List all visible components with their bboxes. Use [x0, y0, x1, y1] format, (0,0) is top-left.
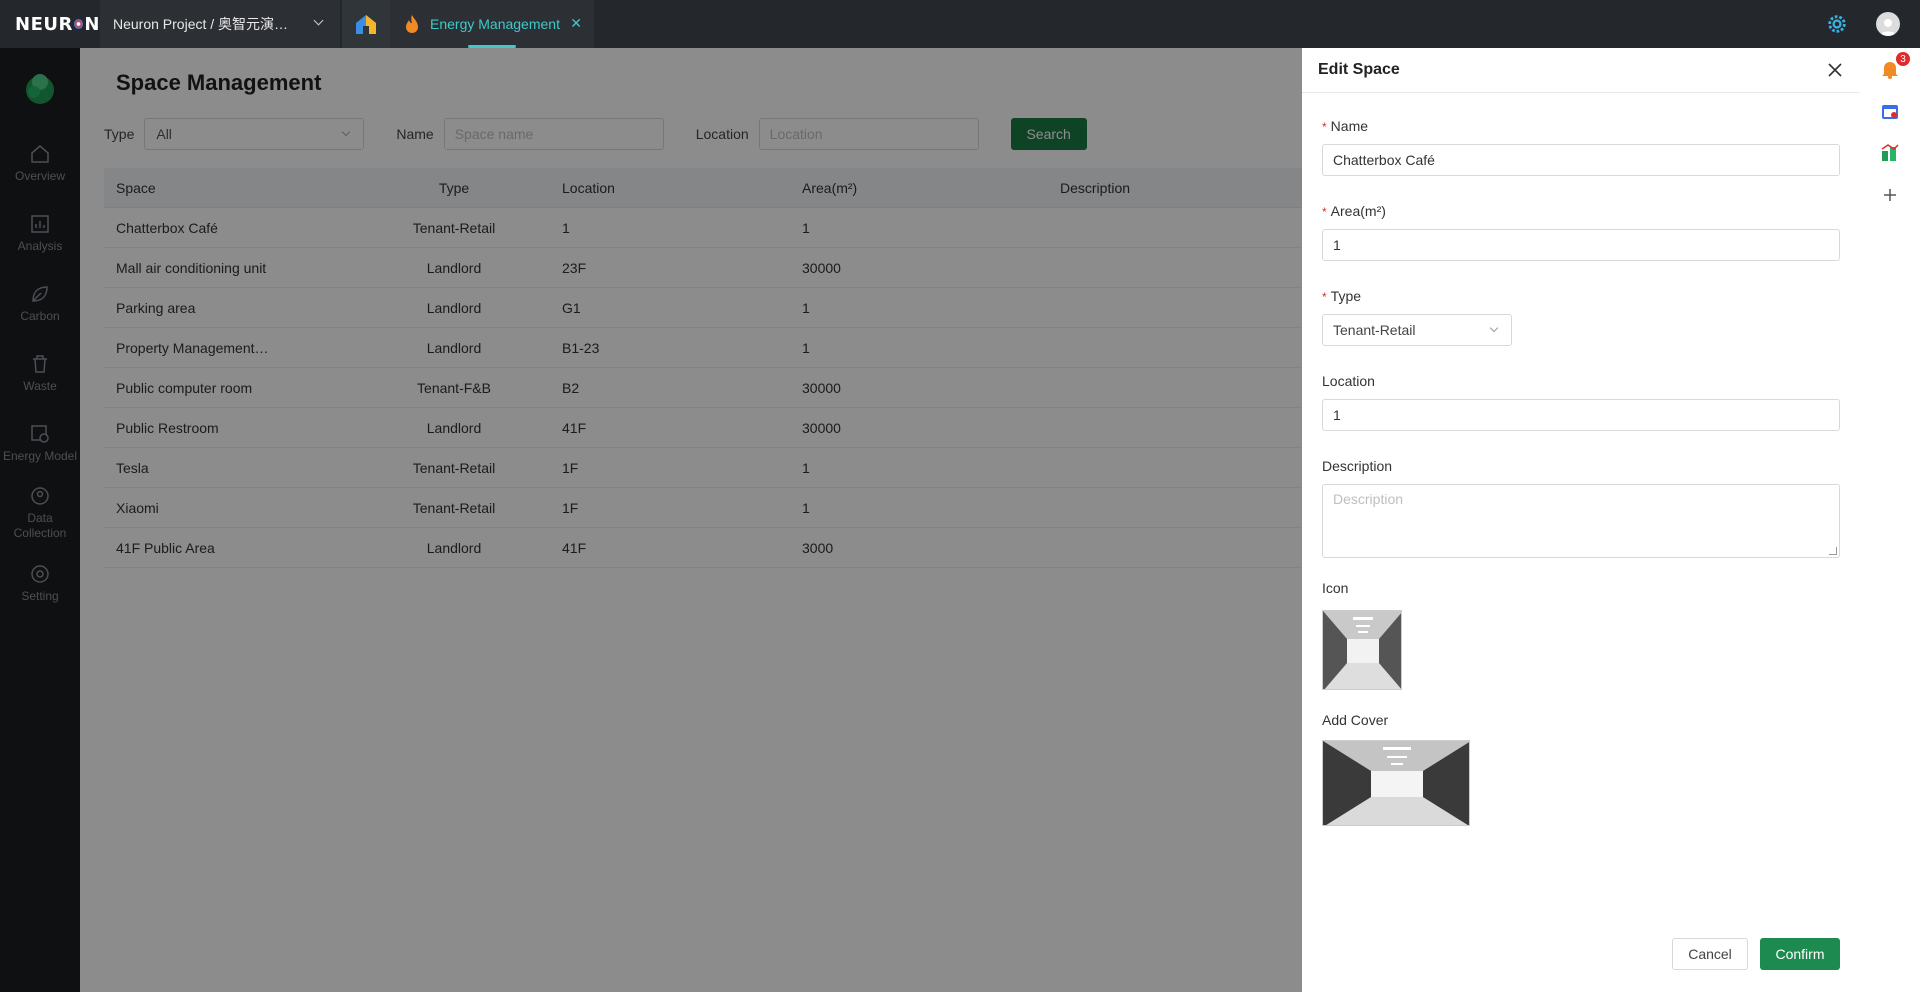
confirm-button[interactable]: Confirm	[1760, 938, 1840, 970]
type-label-text: Type	[1330, 288, 1362, 304]
cover-upload-image[interactable]	[1322, 740, 1470, 826]
description-field-label: Description	[1322, 458, 1393, 474]
required-mark: *	[1322, 205, 1327, 219]
description-form-item: Description Description	[1322, 456, 1840, 558]
cover-form-item: Add Cover	[1322, 710, 1840, 826]
tab-label: Energy Management	[430, 16, 560, 32]
type-field-label: * Type	[1322, 286, 1840, 306]
flame-icon	[406, 15, 418, 33]
notification-button[interactable]: 3	[1860, 48, 1920, 90]
area-form-item: * Area(m²) 1	[1322, 201, 1840, 261]
resize-handle-icon[interactable]	[1829, 547, 1837, 555]
required-mark: *	[1322, 120, 1327, 134]
description-field[interactable]: Description	[1322, 484, 1840, 558]
location-field[interactable]: 1	[1322, 399, 1840, 431]
avatar[interactable]	[1876, 12, 1900, 36]
server-room-cover-image	[1323, 741, 1469, 825]
notification-badge: 3	[1896, 52, 1910, 66]
icon-upload-image[interactable]	[1322, 610, 1402, 690]
home-icon	[356, 15, 376, 34]
icon-field-label: Icon	[1322, 580, 1349, 596]
location-form-item: Location 1	[1322, 371, 1840, 431]
chevron-down-icon	[1489, 323, 1499, 333]
name-label-text: Name	[1330, 118, 1369, 134]
money-chart-icon	[1881, 144, 1899, 161]
location-field-label: Location	[1322, 373, 1375, 389]
drawer-footer: Cancel Confirm	[1672, 938, 1840, 970]
type-form-item: * Type Tenant-Retail	[1322, 286, 1840, 346]
cover-field-label: Add Cover	[1322, 712, 1389, 728]
icon-form-item: Icon	[1322, 578, 1840, 690]
project-name: Neuron Project / 奥智元演…	[113, 16, 289, 32]
drawer-title: Edit Space	[1318, 61, 1400, 78]
edit-space-drawer: Edit Space * Name Chatterbox Café * Area(m…	[1302, 48, 1860, 992]
add-button[interactable]	[1860, 174, 1920, 216]
chevron-down-icon	[313, 15, 324, 26]
tab-close-icon[interactable]: ✕	[570, 15, 582, 32]
top-bar: NEUR N Neuron Project / 奥智元演… Energy Mana…	[0, 0, 1920, 48]
home-tab[interactable]	[342, 0, 390, 48]
logo-o-icon	[73, 19, 84, 29]
type-select[interactable]: Tenant-Retail	[1322, 314, 1512, 346]
area-field-label: * Area(m²)	[1322, 201, 1840, 221]
required-mark: *	[1322, 290, 1327, 304]
calendar-button[interactable]	[1860, 90, 1920, 132]
area-label-text: Area(m²)	[1330, 203, 1386, 219]
cancel-button[interactable]: Cancel	[1672, 938, 1748, 970]
right-toolbar: 3	[1860, 48, 1920, 992]
name-form-item: * Name Chatterbox Café	[1322, 116, 1840, 176]
gear-icon[interactable]	[1826, 13, 1848, 35]
project-selector[interactable]: Neuron Project / 奥智元演…	[100, 0, 340, 48]
area-field[interactable]: 1	[1322, 229, 1840, 261]
neuron-logo[interactable]: NEUR N	[0, 0, 100, 48]
description-placeholder: Description	[1333, 491, 1404, 507]
close-icon[interactable]	[1826, 61, 1844, 79]
logo-text-start: NEUR	[15, 13, 73, 35]
calendar-icon	[1882, 105, 1898, 119]
topbar-actions	[1826, 0, 1920, 48]
name-field[interactable]: Chatterbox Café	[1322, 144, 1840, 176]
tab-energy-management[interactable]: Energy Management ✕	[390, 0, 594, 48]
drawer-header: Edit Space	[1302, 48, 1860, 93]
edit-space-form: * Name Chatterbox Café * Area(m²) 1 * Type …	[1322, 116, 1840, 851]
finance-button[interactable]	[1860, 132, 1920, 174]
type-select-value: Tenant-Retail	[1333, 322, 1416, 338]
name-field-label: * Name	[1322, 116, 1840, 136]
server-room-image	[1323, 611, 1401, 689]
plus-icon	[1884, 189, 1896, 201]
logo-text-end: N	[84, 13, 100, 35]
user-icon	[1880, 19, 1896, 36]
